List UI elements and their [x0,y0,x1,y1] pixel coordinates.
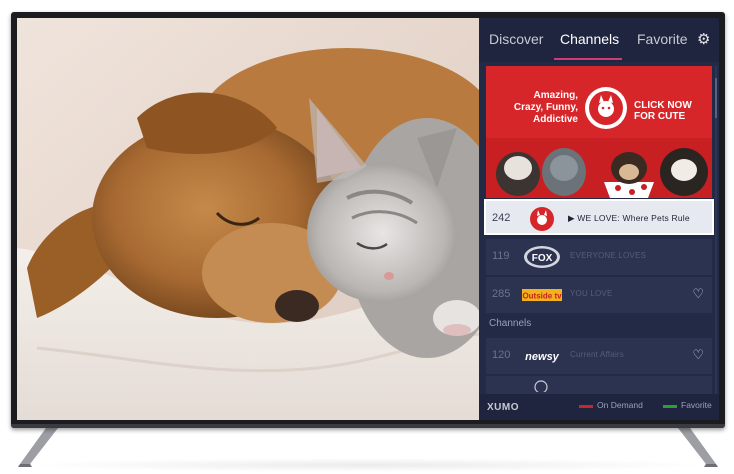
tv-stand-right [678,428,718,467]
channel-program-title: ▶ WE LOVE: Where Pets Rule [568,213,690,223]
favorite-key-icon [663,405,677,408]
active-tab-indicator [554,58,622,60]
banner-cta: CLICK NOW FOR CUTE [634,100,692,122]
heart-icon[interactable]: ♡ [692,286,704,302]
channel-row[interactable]: 119 FOX EVERYONE LOVES [486,239,712,275]
tab-discover[interactable]: Discover [489,31,543,47]
svg-text:Outside tv: Outside tv [522,292,562,301]
channel-logo-partial [534,380,548,392]
floor-shadow [20,458,714,472]
svg-text:newsy: newsy [525,351,560,363]
favorite-label: Favorite [681,400,712,410]
scrollbar-thumb[interactable] [715,78,717,118]
fox-channel-logo: FOX [524,246,560,268]
guide-footer: XUMO On Demand Favorite [479,394,719,420]
tab-bar: Discover Channels Favorite ⚙ [479,18,719,62]
channel-row[interactable]: 285 Outside tv YOU LOVE ♡ [486,277,712,313]
channel-number: 120 [492,349,511,361]
channel-program-title: Current Affairs [570,350,624,359]
channel-row-selected[interactable]: 242 ▶ WE LOVE: Where Pets Rule [484,199,714,235]
outside-tv-channel-logo: Outside tv [522,289,562,301]
tv-stand-left [18,428,58,467]
channel-row-partial[interactable] [486,376,712,394]
pet-collective-channel-logo [530,207,554,231]
on-demand-key-icon [579,405,593,408]
banner-tagline: Amazing, Crazy, Funny, Addictive [513,90,578,125]
channel-number: 119 [492,250,510,262]
channel-row[interactable]: 120 newsy Current Affairs ♡ [486,338,712,374]
channel-program-title: YOU LOVE [570,289,613,298]
banner-pets-image [486,138,712,198]
tv-screen: Discover Channels Favorite ⚙ Amazing, Cr… [17,18,719,420]
pet-collective-logo [585,87,627,129]
channel-program-title: EVERYONE LOVES [570,251,647,260]
tab-favorite[interactable]: Favorite [637,31,688,47]
on-demand-label: On Demand [597,400,643,410]
heart-icon[interactable]: ♡ [692,347,704,363]
tab-channels[interactable]: Channels [560,31,619,47]
channel-number: 242 [492,212,511,224]
promo-banner[interactable]: Amazing, Crazy, Funny, Addictive CLICK N… [486,66,712,198]
video-player[interactable] [17,18,479,420]
svg-text:FOX: FOX [532,253,553,264]
gear-icon[interactable]: ⚙ [697,30,710,48]
newsy-channel-logo: newsy [525,351,560,363]
section-label-channels: Channels [489,318,532,329]
channel-guide-panel: Discover Channels Favorite ⚙ Amazing, Cr… [479,18,719,420]
xumo-logo: XUMO [487,402,519,413]
channel-number: 285 [492,288,511,300]
